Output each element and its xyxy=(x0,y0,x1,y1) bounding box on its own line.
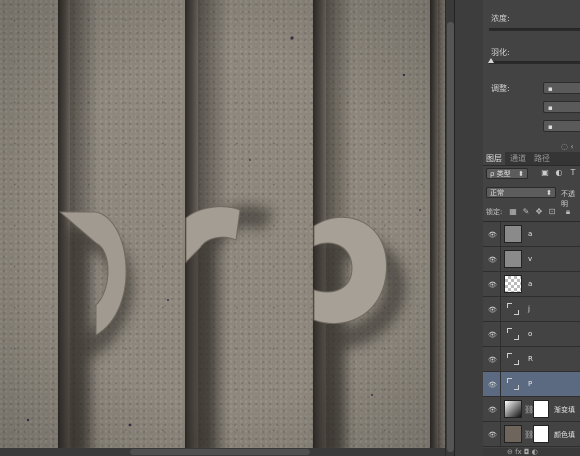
layer-name[interactable]: R xyxy=(528,355,533,363)
feather-slider[interactable] xyxy=(489,61,580,64)
blend-mode-value: 正常 xyxy=(490,189,504,197)
visibility-eye-icon[interactable]: 👁︎ xyxy=(488,381,497,389)
row-divider xyxy=(500,422,501,447)
visibility-eye-icon[interactable]: 👁︎ xyxy=(488,406,497,414)
layer-mask-thumbnail[interactable] xyxy=(533,425,549,443)
layer-row[interactable]: 👁︎ a xyxy=(483,222,580,247)
feather-slider-handle[interactable] xyxy=(488,58,494,63)
lock-position-icon[interactable]: ✥ xyxy=(534,207,544,216)
row-divider xyxy=(500,297,501,322)
layer-thumbnail[interactable] xyxy=(504,300,522,318)
layer-footer-icons[interactable]: ⊖ fx ◘ ◐ xyxy=(507,448,538,456)
visibility-eye-icon[interactable]: 👁︎ xyxy=(488,231,497,239)
layer-name[interactable]: a xyxy=(528,280,532,288)
feather-label: 羽化: xyxy=(491,48,510,57)
tab-layers[interactable]: 图层 xyxy=(483,152,505,165)
layer-name[interactable]: a xyxy=(528,230,532,238)
layer-row[interactable]: 👁︎ a xyxy=(483,272,580,297)
collapsed-panel-strip xyxy=(454,0,484,456)
layer-name[interactable]: v xyxy=(528,255,532,263)
row-divider xyxy=(500,247,501,272)
visibility-eye-icon[interactable]: 👁︎ xyxy=(488,256,497,264)
lock-paint-icon[interactable]: ✎ xyxy=(521,207,531,216)
blend-row: 正常 ⬍ 不透明 xyxy=(483,186,580,208)
layer-list[interactable]: 👁︎ a 👁︎ v 👁︎ a 👁︎ j 👁︎ o 👁︎ R 👁︎ P 👁︎ ⛓ 渐变填 👁︎ ⛓ 颜色填 xyxy=(483,221,580,451)
layer-row[interactable]: 👁︎ v xyxy=(483,247,580,272)
row-divider xyxy=(500,222,501,247)
density-slider[interactable] xyxy=(489,28,580,31)
chevron-updown-icon: ⬍ xyxy=(546,189,552,197)
layer-row[interactable]: 👁︎ R xyxy=(483,347,580,372)
horizontal-scrollbar-thumb[interactable] xyxy=(130,449,310,455)
image-filter-icon[interactable]: ▣ xyxy=(541,169,549,177)
visibility-eye-icon[interactable]: 👁︎ xyxy=(488,281,497,289)
row-divider xyxy=(500,272,501,297)
layer-name[interactable]: o xyxy=(528,330,532,338)
density-label: 浓度: xyxy=(491,14,510,23)
filter-kind-select[interactable]: ρ 类型 ⬍ xyxy=(486,168,528,179)
tab-channels[interactable]: 通道 xyxy=(507,152,529,165)
properties-bottom-icons: ◌ ‹ xyxy=(483,142,580,152)
adjust-button-2[interactable]: ▪ xyxy=(543,101,580,113)
adjust-button-1[interactable]: ▪ xyxy=(543,82,580,94)
canvas-horizontal-scrollbar[interactable] xyxy=(0,448,445,456)
layer-name[interactable]: P xyxy=(528,380,532,388)
adjust-label: 调整: xyxy=(491,84,510,93)
layer-thumbnail[interactable] xyxy=(504,375,522,393)
row-divider xyxy=(500,322,501,347)
document-canvas[interactable] xyxy=(0,0,445,456)
lock-artboard-icon[interactable]: ⊡ xyxy=(547,207,557,216)
layer-thumbnail[interactable] xyxy=(504,225,522,243)
vertical-scrollbar-thumb[interactable] xyxy=(447,22,454,452)
tab-paths[interactable]: 路径 xyxy=(531,152,553,165)
adjust-button-3[interactable]: ▪ xyxy=(543,120,580,132)
layers-footer: ⊖ fx ◘ ◐ xyxy=(483,448,580,456)
blend-mode-select[interactable]: 正常 ⬍ xyxy=(486,187,556,198)
panel-tabs: 图层 通道 路径 xyxy=(483,152,580,166)
layer-name[interactable]: 颜色填 xyxy=(554,430,575,440)
visibility-eye-icon[interactable]: 👁︎ xyxy=(488,331,497,339)
layer-thumbnail[interactable] xyxy=(504,425,522,443)
layer-filter-row: ρ 类型 ⬍ ▣ ◐ T xyxy=(483,167,580,181)
visibility-eye-icon[interactable]: 👁︎ xyxy=(488,306,497,314)
layer-thumbnail[interactable] xyxy=(504,250,522,268)
layer-name[interactable]: 渐变填 xyxy=(554,405,575,415)
row-divider xyxy=(500,347,501,372)
layer-thumbnail[interactable] xyxy=(504,400,522,418)
layer-row[interactable]: 👁︎ j xyxy=(483,297,580,322)
lock-transparent-icon[interactable]: ▦ xyxy=(508,207,518,216)
layer-thumbnail[interactable] xyxy=(504,275,522,293)
layer-name[interactable]: j xyxy=(528,305,530,313)
layer-row[interactable]: 👁︎ ⛓ 渐变填 xyxy=(483,397,580,422)
row-divider xyxy=(500,397,501,422)
layer-mask-thumbnail[interactable] xyxy=(533,400,549,418)
layer-thumbnail[interactable] xyxy=(504,350,522,368)
adjustment-filter-icon[interactable]: ◐ xyxy=(555,169,563,177)
layers-panel: 图层 通道 路径 ρ 类型 ⬍ ▣ ◐ T 正常 ⬍ 不透明 锁定: ▦ ✎ ✥… xyxy=(483,152,580,456)
filter-kind-value: ρ 类型 xyxy=(490,170,511,178)
lock-label: 锁定: xyxy=(486,208,503,216)
properties-icons[interactable]: ◌ ‹ xyxy=(561,142,574,151)
type-filter-icon[interactable]: T xyxy=(569,169,577,177)
lock-all-icon[interactable]: 🔒︎ xyxy=(563,207,573,217)
chevron-updown-icon: ⬍ xyxy=(518,170,524,178)
layer-thumbnail[interactable] xyxy=(504,325,522,343)
layer-row[interactable]: 👁︎ ⛓ 颜色填 xyxy=(483,422,580,447)
layer-row[interactable]: 👁︎ P xyxy=(483,372,580,397)
visibility-eye-icon[interactable]: 👁︎ xyxy=(488,431,497,439)
embossed-letters xyxy=(26,36,421,456)
lock-row: 锁定: ▦ ✎ ✥ ⊡ 🔒︎ xyxy=(483,205,580,219)
layer-row[interactable]: 👁︎ o xyxy=(483,322,580,347)
visibility-eye-icon[interactable]: 👁︎ xyxy=(488,356,497,364)
properties-panel: 浓度: 羽化: 调整: ▪ ▪ ▪ ◌ ‹ xyxy=(483,0,580,153)
row-divider xyxy=(500,372,501,397)
